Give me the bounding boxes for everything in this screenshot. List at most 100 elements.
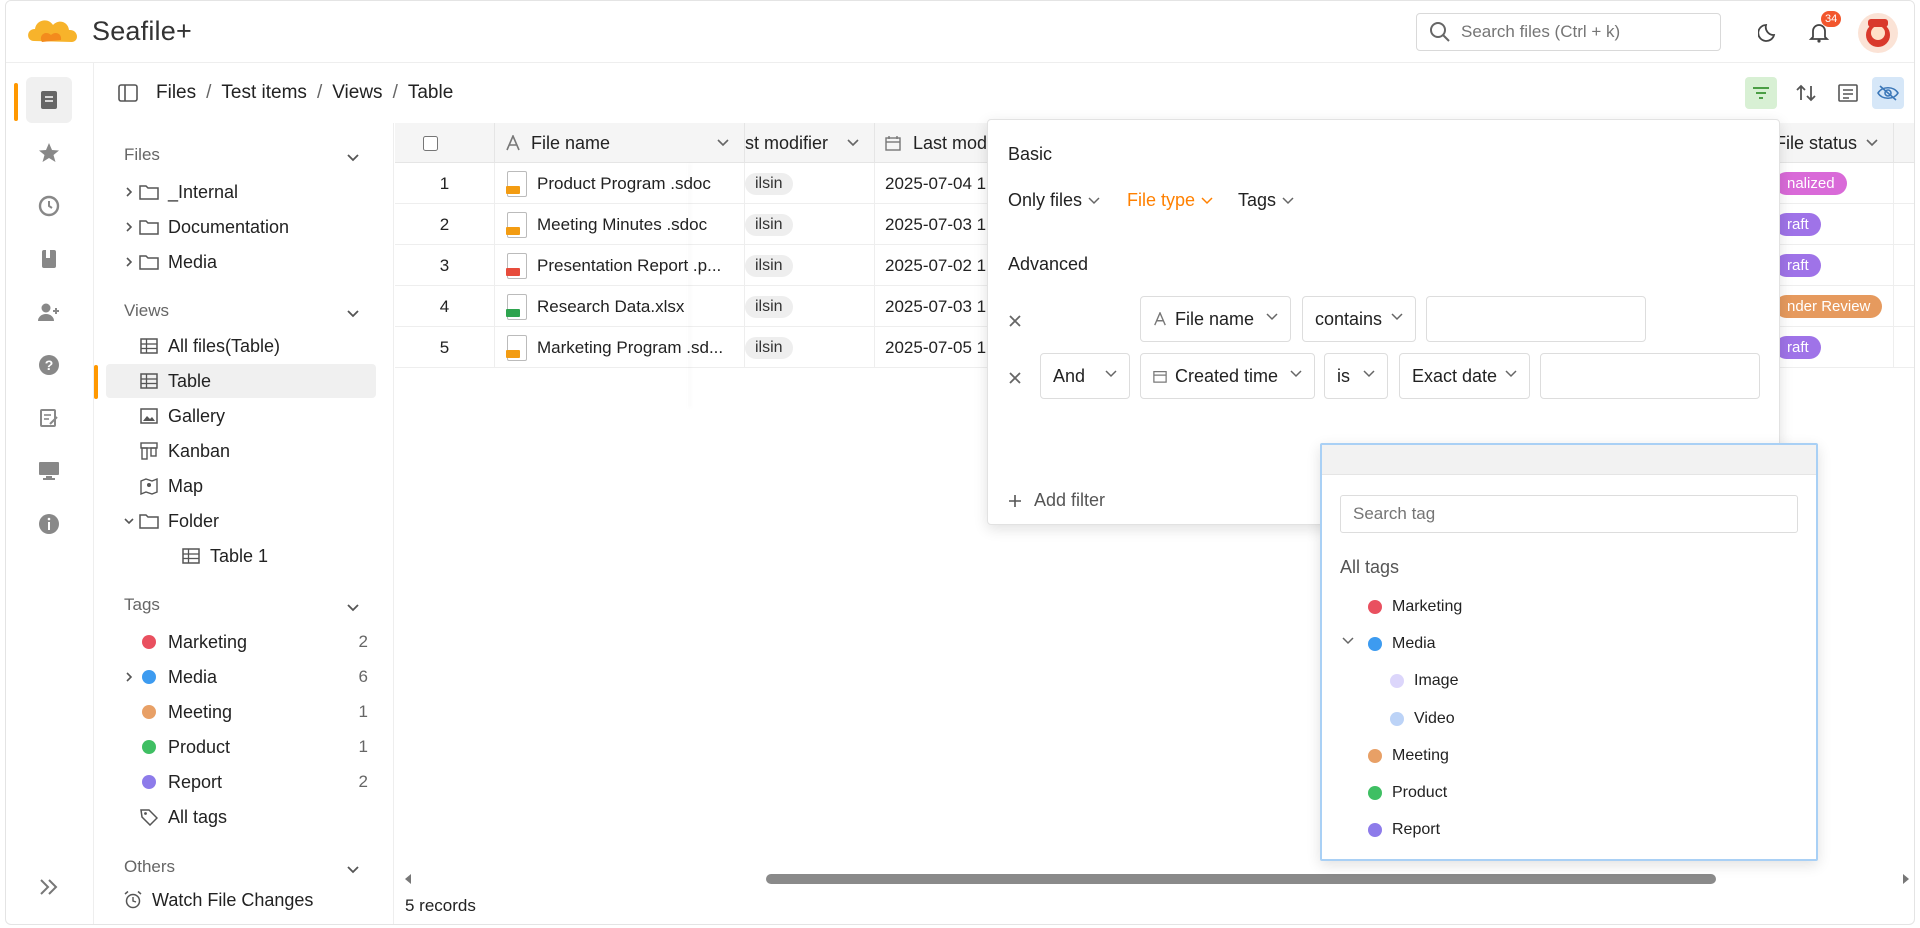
last-modifier-cell[interactable]: ilsin [745,245,875,286]
tags-dropdown[interactable]: Tags [1238,190,1294,211]
chevron-down-icon [347,154,359,162]
column-header-file-status[interactable]: File status [1775,123,1894,163]
folder-media[interactable]: Media [106,245,376,279]
chevron-down-icon [1201,196,1213,204]
remove-filter-icon[interactable] [1008,371,1022,385]
sidebar-tag-product[interactable]: Product 1 [106,730,376,764]
others-collapse[interactable] [346,859,360,880]
scroll-left-arrow-icon[interactable] [403,873,413,885]
sidebar-tag-report[interactable]: Report 2 [106,765,376,799]
tag-option-marketing[interactable]: Marketing [1368,598,1462,616]
rail-starred[interactable] [26,130,72,176]
column-header-label: st modifier [745,132,829,153]
filter-column-select[interactable]: File name [1140,296,1291,342]
sidebar-tag-marketing[interactable]: Marketing 2 [106,625,376,659]
others-section-title[interactable]: Others [124,857,175,877]
breadcrumb-test-items[interactable]: Test items [221,82,307,104]
tag-option-media[interactable]: Media [1368,635,1436,653]
logo[interactable]: Seafile+ [24,11,192,51]
tag-search-input[interactable] [1340,495,1798,533]
file-name-cell[interactable]: Marketing Program .sd... [495,327,745,368]
notifications-button[interactable]: 34 [1804,11,1842,47]
dark-mode-toggle[interactable] [1754,17,1784,47]
rail-activities[interactable] [26,183,72,229]
file-status-cell[interactable]: nalized [1775,163,1894,204]
only-files-dropdown[interactable]: Only files [1008,190,1100,211]
tag-option-meeting[interactable]: Meeting [1368,747,1449,765]
rail-files[interactable] [26,77,72,123]
file-name-cell[interactable]: Presentation Report .p... [495,245,745,286]
global-search[interactable] [1416,13,1721,51]
last-modifier-cell[interactable]: ilsin [745,204,875,245]
rail-help[interactable]: ? [26,342,72,388]
rail-wikis[interactable] [26,236,72,282]
tags-section-title[interactable]: Tags [124,595,160,615]
horizontal-scrollbar[interactable] [766,874,1716,884]
sidebar-tag-media[interactable]: Media 6 [106,660,376,694]
filter-term-select[interactable]: Exact date [1399,353,1530,399]
filter-column-select[interactable]: Created time [1140,353,1315,399]
view-folder[interactable]: Folder [106,504,376,538]
filter-value-input[interactable] [1426,296,1646,342]
views-section-title[interactable]: Views [124,301,169,321]
breadcrumb-views[interactable]: Views [332,82,382,104]
views-collapse[interactable] [346,303,360,324]
file-status-cell[interactable]: raft [1775,204,1894,245]
view-all-files-table[interactable]: All files(Table) [106,329,376,363]
sidebar-tag-meeting[interactable]: Meeting 1 [106,695,376,729]
last-modifier-cell[interactable]: ilsin [745,286,875,327]
scroll-right-arrow-icon[interactable] [1901,873,1911,885]
rail-notes[interactable] [26,395,72,441]
tag-count: 2 [358,772,368,791]
group-button[interactable] [1832,77,1864,109]
filter-operator-select[interactable]: is [1324,353,1388,399]
filter-date-input[interactable] [1540,353,1760,399]
last-modifier-cell[interactable]: ilsin [745,163,875,204]
file-name-cell[interactable]: Research Data.xlsx [495,286,745,327]
user-avatar[interactable] [1858,13,1898,53]
file-name-cell[interactable]: Product Program .sdoc [495,163,745,204]
chevron-down-icon[interactable] [1342,637,1354,645]
column-header-last-modifier[interactable]: st modifier [745,123,875,163]
file-status-cell[interactable]: raft [1775,327,1894,368]
file-status-cell[interactable]: raft [1775,245,1894,286]
file-name-cell[interactable]: Meeting Minutes .sdoc [495,204,745,245]
column-header-file-name[interactable]: File name [495,123,745,163]
tag-option-image[interactable]: Image [1390,672,1458,690]
remove-filter-icon[interactable] [1008,314,1022,328]
folder-internal[interactable]: _Internal [106,175,376,209]
view-table[interactable]: Table [106,364,376,398]
file-status-cell[interactable]: nder Review [1775,286,1894,327]
files-collapse[interactable] [346,147,360,168]
add-filter-button[interactable]: Add filter [1008,490,1105,511]
sort-button[interactable] [1790,77,1822,109]
filter-button[interactable] [1745,77,1777,109]
tags-collapse[interactable] [346,597,360,618]
tag-option-product[interactable]: Product [1368,784,1447,802]
tag-option-report[interactable]: Report [1368,821,1440,839]
watch-file-changes[interactable]: Watch File Changes [94,883,364,917]
rail-expand[interactable] [26,864,72,910]
filter-operator-select[interactable]: contains [1302,296,1416,342]
filter-conjunction-select[interactable]: And [1040,353,1130,399]
rail-about[interactable] [26,501,72,547]
tag-option-video[interactable]: Video [1390,710,1455,728]
breadcrumb-files[interactable]: Files [156,82,196,104]
breadcrumb-table[interactable]: Table [408,82,453,104]
rail-invite-guest[interactable] [26,289,72,335]
file-type-dropdown[interactable]: File type [1127,190,1213,211]
sidebar-toggle[interactable] [118,83,138,103]
rail-devices[interactable] [26,448,72,494]
view-table-1[interactable]: Table 1 [106,539,376,573]
view-kanban[interactable]: Kanban [106,434,376,468]
sidebar-all-tags[interactable]: All tags [106,800,376,834]
select-all-checkbox[interactable] [423,135,438,151]
folder-documentation[interactable]: Documentation [106,210,376,244]
view-map[interactable]: Map [106,469,376,503]
files-section-title[interactable]: Files [124,145,160,165]
filter-icon [1753,87,1769,99]
view-gallery[interactable]: Gallery [106,399,376,433]
last-modifier-cell[interactable]: ilsin [745,327,875,368]
hide-columns-button[interactable] [1872,77,1904,109]
search-input[interactable] [1461,22,1711,42]
